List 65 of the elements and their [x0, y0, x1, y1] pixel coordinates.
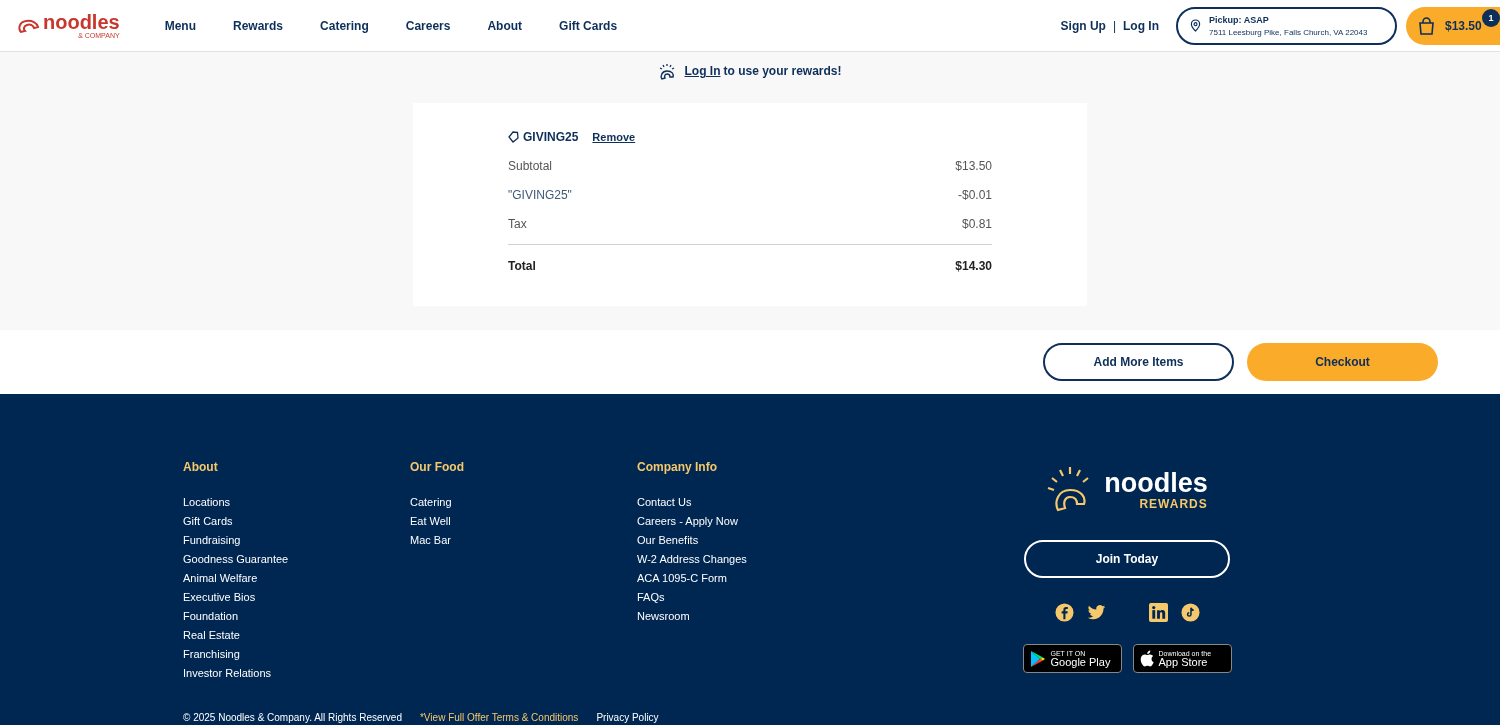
- footer-heading: Company Info: [637, 460, 718, 474]
- footer-link[interactable]: Catering: [410, 496, 637, 509]
- add-more-items-button[interactable]: Add More Items: [1043, 343, 1234, 381]
- tiktok-icon[interactable]: [1180, 603, 1200, 622]
- twitter-icon[interactable]: [1086, 603, 1106, 622]
- rewards-logo-subtitle: REWARDS: [1138, 496, 1208, 511]
- shopping-bag-icon: [1418, 16, 1435, 35]
- log-in-link[interactable]: Log In: [1123, 18, 1159, 33]
- footer-link[interactable]: Franchising: [183, 648, 410, 661]
- footer-link[interactable]: W-2 Address Changes: [637, 553, 864, 566]
- footer-link[interactable]: FAQs: [637, 591, 864, 604]
- footer-heading: Our Food: [410, 460, 465, 474]
- footer-link[interactable]: *View Full Offer Terms & Conditions: [419, 712, 579, 723]
- facebook-icon[interactable]: [1054, 603, 1074, 622]
- sign-up-link[interactable]: Sign Up: [1060, 18, 1106, 33]
- rewards-logo-wordmark: noodles: [1104, 469, 1208, 497]
- nav-link[interactable]: Rewards: [214, 18, 302, 33]
- promo-code: GIVING25: [523, 130, 579, 144]
- line-amount: -$0.01: [957, 188, 992, 202]
- footer-link[interactable]: Animal Welfare: [183, 572, 410, 585]
- nav-link[interactable]: Catering: [301, 18, 387, 33]
- footer-link[interactable]: Investor Relations: [183, 667, 410, 680]
- line-amount: $13.50: [955, 159, 992, 173]
- play-icon: [1029, 649, 1046, 668]
- cart-button[interactable]: $13.50 1: [1406, 6, 1500, 45]
- footer-link[interactable]: Fundraising: [183, 534, 410, 547]
- nav-link[interactable]: Gift Cards: [540, 18, 636, 33]
- line-label: "GIVING25": [508, 188, 572, 202]
- line-amount: $0.81: [961, 217, 992, 231]
- location-pin-icon: [1190, 19, 1201, 32]
- nav-link[interactable]: Careers: [386, 18, 469, 33]
- cart-count-badge: 1: [1482, 8, 1500, 27]
- footer-link[interactable]: Contact Us: [637, 496, 864, 509]
- join-today-button[interactable]: Join Today: [1024, 540, 1230, 578]
- footer-heading: About: [183, 460, 219, 474]
- line-label: Subtotal: [508, 159, 553, 173]
- footer-link[interactable]: Executive Bios: [183, 591, 410, 604]
- footer-link[interactable]: Locations: [183, 496, 410, 509]
- nav-link[interactable]: About: [468, 18, 541, 33]
- footer-link[interactable]: Newsroom: [637, 610, 864, 623]
- footer-link[interactable]: Mac Bar: [410, 534, 637, 547]
- footer-link[interactable]: Goodness Guarantee: [183, 553, 410, 566]
- line-amount: $14.30: [955, 259, 992, 273]
- footer-link[interactable]: Careers - Apply Now: [637, 515, 864, 528]
- tag-icon: [508, 131, 519, 143]
- nav-link[interactable]: Menu: [145, 18, 214, 33]
- line-label: Tax: [508, 217, 527, 231]
- separator: |: [1112, 18, 1116, 33]
- footer-link[interactable]: Gift Cards: [183, 515, 410, 528]
- footer-link[interactable]: ACA 1095-C Form: [637, 572, 864, 585]
- pickup-location-button[interactable]: Pickup: ASAP 7511 Leesburg Pike, Falls Church, VA 22043: [1176, 6, 1397, 45]
- footer-link[interactable]: Real Estate: [183, 629, 410, 642]
- log-in-link[interactable]: Log In: [684, 64, 721, 78]
- footer-link[interactable]: Eat Well: [410, 515, 637, 528]
- footer-link[interactable]: Our Benefits: [637, 534, 864, 547]
- copyright-text: © 2025 Noodles & Company. All Rights Reserved: [183, 712, 402, 723]
- logo-wordmark[interactable]: noodles: [43, 12, 120, 32]
- rewards-message: Log In to use your rewards!: [684, 64, 842, 78]
- linkedin-icon[interactable]: [1148, 603, 1168, 622]
- checkout-button[interactable]: Checkout: [1247, 343, 1438, 381]
- footer-link[interactable]: Foundation: [183, 610, 410, 623]
- line-label: Total: [508, 259, 536, 273]
- apple-icon: [1139, 650, 1154, 667]
- footer-link[interactable]: Privacy Policy: [596, 712, 659, 723]
- remove-link[interactable]: Remove: [592, 131, 636, 143]
